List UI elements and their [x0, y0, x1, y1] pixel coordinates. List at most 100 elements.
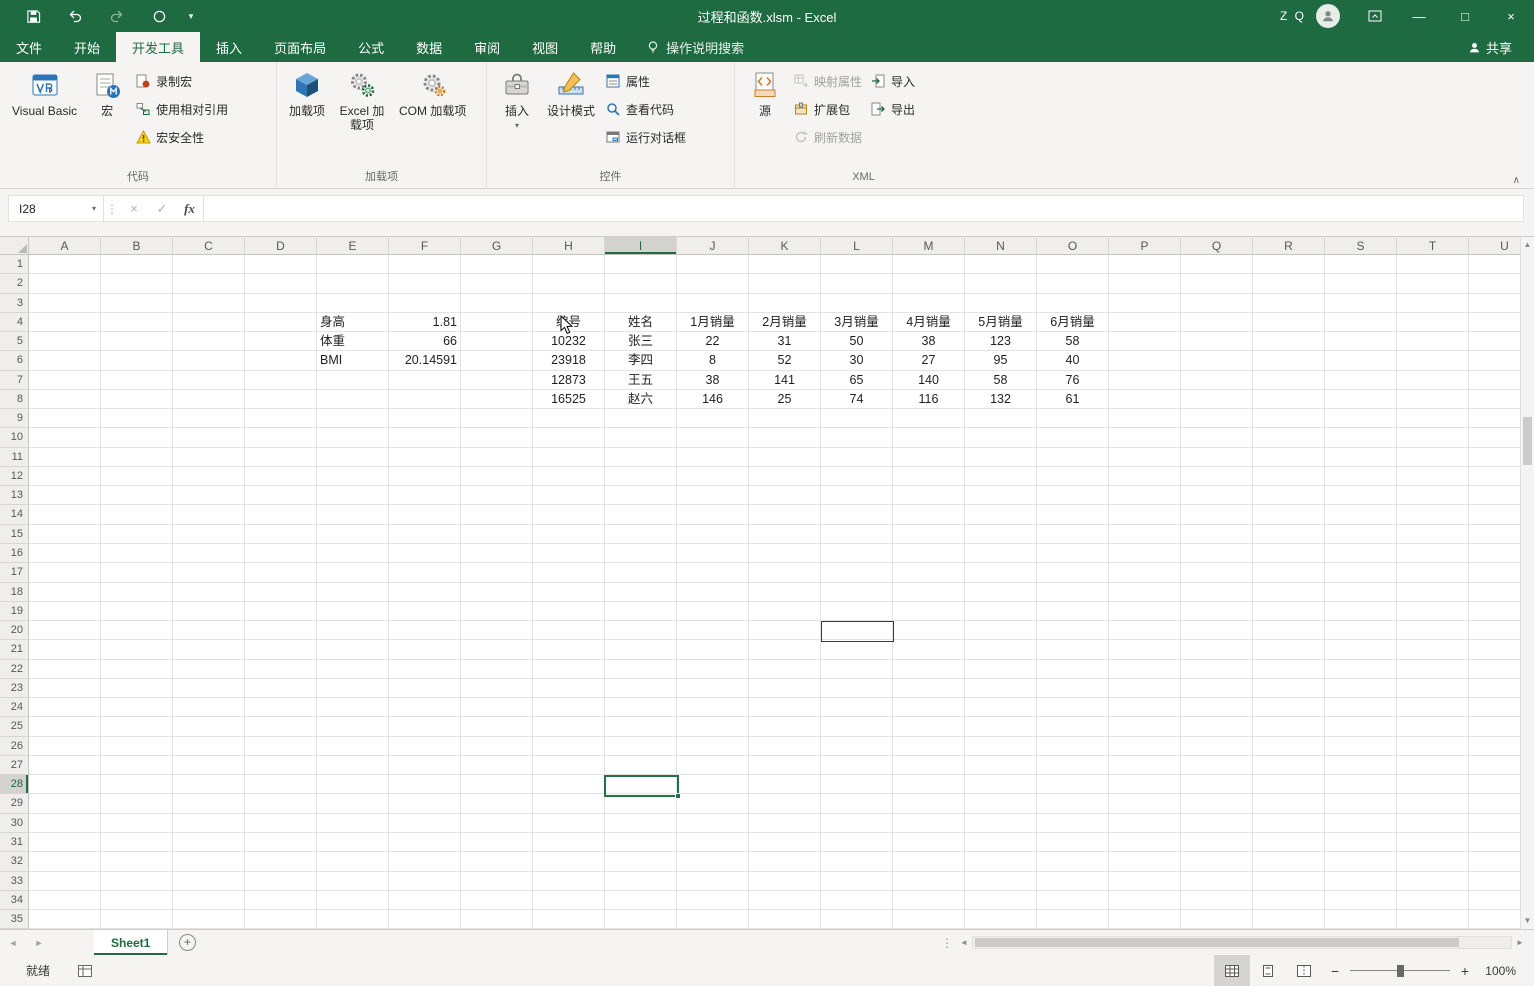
cell-P8[interactable]: [1109, 389, 1181, 410]
cell-K18[interactable]: [749, 582, 821, 602]
cell-D13[interactable]: [245, 486, 317, 506]
redo-button[interactable]: [96, 0, 138, 32]
cell-P22[interactable]: [1109, 659, 1181, 679]
cell-G28[interactable]: [461, 775, 533, 795]
cell-J9[interactable]: [677, 409, 749, 429]
column-header-S[interactable]: S: [1325, 237, 1397, 255]
cell-C21[interactable]: [173, 640, 245, 660]
cell-R20[interactable]: [1253, 621, 1325, 641]
cell-H32[interactable]: [533, 852, 605, 872]
cell-L5[interactable]: 50: [821, 332, 893, 352]
cell-R22[interactable]: [1253, 659, 1325, 679]
cell-D34[interactable]: [245, 890, 317, 911]
cell-F17[interactable]: [389, 563, 461, 583]
cell-B5[interactable]: [101, 332, 173, 352]
row-header-27[interactable]: 27: [0, 755, 29, 776]
cell-I16[interactable]: [605, 543, 677, 564]
cell-R27[interactable]: [1253, 755, 1325, 776]
cell-J35[interactable]: [677, 910, 749, 929]
cell-U13[interactable]: [1469, 486, 1520, 506]
cell-K13[interactable]: [749, 486, 821, 506]
cell-Q33[interactable]: [1181, 871, 1253, 891]
cell-T5[interactable]: [1397, 332, 1469, 352]
cell-E5[interactable]: 体重: [317, 332, 389, 352]
cell-J11[interactable]: [677, 447, 749, 467]
cell-H8[interactable]: 16525: [533, 389, 605, 410]
cell-S5[interactable]: [1325, 332, 1397, 352]
cell-K12[interactable]: [749, 466, 821, 487]
cell-T8[interactable]: [1397, 389, 1469, 410]
cell-B33[interactable]: [101, 871, 173, 891]
cell-J26[interactable]: [677, 736, 749, 756]
column-header-G[interactable]: G: [461, 237, 533, 255]
cell-C34[interactable]: [173, 890, 245, 911]
cell-E20[interactable]: [317, 621, 389, 641]
run-dialog-button[interactable]: 运行对话框: [605, 127, 686, 147]
tell-me-search[interactable]: 操作说明搜索: [646, 32, 744, 62]
cell-P4[interactable]: [1109, 312, 1181, 333]
cell-K5[interactable]: 31: [749, 332, 821, 352]
cell-M27[interactable]: [893, 755, 965, 776]
cell-B25[interactable]: [101, 717, 173, 737]
ribbon-tab-help[interactable]: 帮助: [574, 32, 632, 62]
page-layout-view-button[interactable]: [1250, 955, 1286, 986]
cell-E13[interactable]: [317, 486, 389, 506]
sheet-tab-sheet1[interactable]: Sheet1: [94, 930, 169, 955]
cell-J7[interactable]: 38: [677, 370, 749, 390]
cell-D15[interactable]: [245, 524, 317, 544]
cell-G8[interactable]: [461, 389, 533, 410]
cell-F6[interactable]: 20.14591: [389, 351, 461, 371]
cell-D28[interactable]: [245, 775, 317, 795]
cell-E19[interactable]: [317, 601, 389, 622]
column-header-E[interactable]: E: [317, 237, 389, 255]
cell-S27[interactable]: [1325, 755, 1397, 776]
cell-J32[interactable]: [677, 852, 749, 872]
cell-M34[interactable]: [893, 890, 965, 911]
cell-P25[interactable]: [1109, 717, 1181, 737]
cell-I26[interactable]: [605, 736, 677, 756]
cell-O20[interactable]: [1037, 621, 1109, 641]
formula-bar-handle[interactable]: ⋮: [104, 202, 120, 216]
view-code-button[interactable]: 查看代码: [605, 99, 686, 119]
cell-S10[interactable]: [1325, 428, 1397, 448]
cell-U22[interactable]: [1469, 660, 1520, 679]
scroll-down-arrow[interactable]: ▼: [1521, 913, 1534, 929]
cell-Q12[interactable]: [1181, 466, 1253, 487]
cell-A32[interactable]: [29, 852, 101, 872]
cell-E1[interactable]: [317, 255, 389, 275]
cell-C18[interactable]: [173, 582, 245, 602]
cell-L21[interactable]: [821, 640, 893, 660]
cell-H7[interactable]: 12873: [533, 370, 605, 390]
cell-R9[interactable]: [1253, 409, 1325, 429]
cell-E26[interactable]: [317, 736, 389, 756]
cell-U32[interactable]: [1469, 852, 1520, 872]
cell-N26[interactable]: [965, 736, 1037, 756]
cell-L2[interactable]: [821, 274, 893, 294]
cell-I9[interactable]: [605, 409, 677, 429]
cell-S28[interactable]: [1325, 775, 1397, 795]
cell-T19[interactable]: [1397, 601, 1469, 622]
cell-H25[interactable]: [533, 717, 605, 737]
cell-K24[interactable]: [749, 698, 821, 718]
cell-J5[interactable]: 22: [677, 332, 749, 352]
cell-Q25[interactable]: [1181, 717, 1253, 737]
cell-R30[interactable]: [1253, 813, 1325, 833]
cell-I19[interactable]: [605, 601, 677, 622]
cell-B22[interactable]: [101, 659, 173, 679]
cell-E25[interactable]: [317, 717, 389, 737]
cell-F10[interactable]: [389, 428, 461, 448]
cell-D25[interactable]: [245, 717, 317, 737]
cell-C15[interactable]: [173, 524, 245, 544]
cell-R19[interactable]: [1253, 601, 1325, 622]
cell-I4[interactable]: 姓名: [605, 312, 677, 333]
cell-C5[interactable]: [173, 332, 245, 352]
cell-R16[interactable]: [1253, 543, 1325, 564]
bordered-cell-L20[interactable]: [821, 621, 894, 642]
ribbon-tab-developer[interactable]: 开发工具: [116, 32, 201, 62]
cell-P20[interactable]: [1109, 621, 1181, 641]
cell-K26[interactable]: [749, 736, 821, 756]
cell-S11[interactable]: [1325, 447, 1397, 467]
cell-G3[interactable]: [461, 293, 533, 313]
cell-F11[interactable]: [389, 447, 461, 467]
row-header-18[interactable]: 18: [0, 582, 29, 602]
